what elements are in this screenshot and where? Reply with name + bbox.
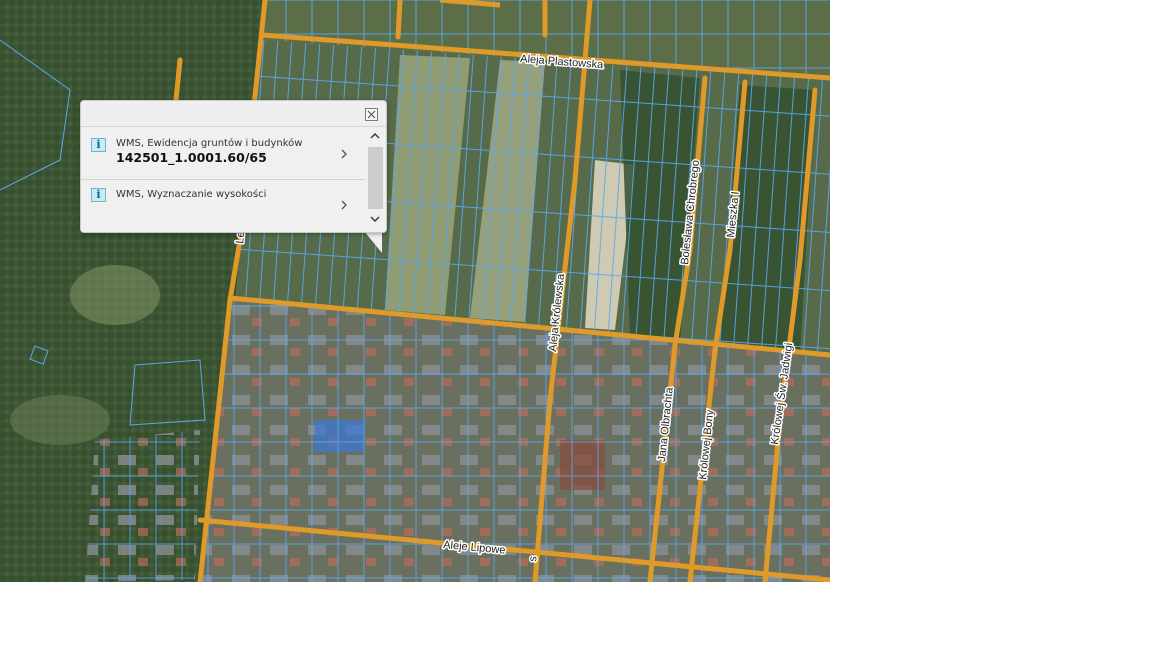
popup-pointer — [364, 231, 382, 253]
aerial-map-canvas: Aleja Plastowska Aleja Królewska Bolesła… — [0, 0, 830, 582]
parcels-overlay — [85, 430, 200, 582]
result-layer-title: WMS, Wyznaczanie wysokości — [116, 189, 267, 200]
popup-header — [81, 101, 386, 127]
close-icon — [367, 110, 376, 119]
feature-info-popup: i WMS, Ewidencja gruntów i budynków 1425… — [80, 100, 387, 233]
chevron-right-icon[interactable] — [339, 199, 349, 211]
clearing — [70, 265, 160, 325]
close-button[interactable] — [365, 108, 378, 121]
clearing — [10, 395, 110, 445]
chevron-up-icon — [370, 133, 380, 139]
popup-scrollbar[interactable] — [366, 128, 384, 230]
result-item-ewidencja[interactable]: i WMS, Ewidencja gruntów i budynków 1425… — [81, 128, 365, 180]
result-item-wysokosci[interactable]: i WMS, Wyznaczanie wysokości — [81, 180, 365, 231]
scroll-up-button[interactable] — [366, 128, 384, 144]
road-small — [395, 0, 403, 40]
scroll-thumb[interactable] — [368, 147, 383, 209]
chevron-down-icon — [370, 216, 380, 222]
result-parcel-id: 142501_1.0001.60/65 — [116, 150, 267, 165]
chevron-right-icon[interactable] — [339, 148, 349, 160]
scroll-down-button[interactable] — [366, 211, 384, 227]
info-icon: i — [91, 138, 106, 152]
result-layer-title: WMS, Ewidencja gruntów i budynków — [116, 138, 303, 149]
info-icon: i — [91, 188, 106, 202]
map-view[interactable]: Aleja Plastowska Aleja Królewska Bolesła… — [0, 0, 830, 582]
